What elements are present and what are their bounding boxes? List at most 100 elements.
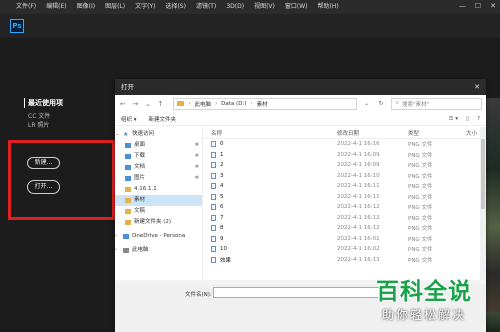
- menu-help[interactable]: 帮助(H): [313, 0, 344, 14]
- column-type[interactable]: 类型: [404, 129, 466, 137]
- file-row[interactable]: 效果 2022-4-1 16:13 PNG 文件: [203, 255, 486, 266]
- menu-view[interactable]: 视图(V): [249, 0, 280, 14]
- png-file-icon: [211, 214, 216, 221]
- preview-pane-icon[interactable]: ▯: [466, 116, 469, 122]
- file-row[interactable]: 8 2022-4-1 16:12 PNG 文件: [203, 223, 486, 234]
- file-row[interactable]: 2 2022-4-1 16:09 PNG 文件: [203, 160, 486, 171]
- nav-new-folder-2[interactable]: 新建文件夹 (2): [115, 217, 202, 228]
- nav-quick-access[interactable]: ⌄ ★ 快速访问: [115, 129, 202, 140]
- file-name: 10: [220, 246, 227, 253]
- file-name-cell: 3: [203, 172, 333, 179]
- file-row[interactable]: 10 2022-4-1 16:02 PNG 文件: [203, 244, 486, 255]
- highlight-box: [8, 140, 115, 220]
- menu-3d[interactable]: 3D(D): [221, 0, 249, 14]
- menu-type[interactable]: 文字(Y): [130, 0, 160, 14]
- dialog-titlebar[interactable]: 打开 ✕: [115, 79, 486, 95]
- nav-desktop[interactable]: 桌面 ✱: [115, 140, 202, 151]
- breadcrumb-sucai[interactable]: 素材: [257, 100, 268, 108]
- nav-item-label: OneDrive - Persona: [132, 233, 186, 239]
- menu-window[interactable]: 窗口(W): [280, 0, 313, 14]
- scrollbar-thumb[interactable]: [481, 139, 485, 209]
- file-type: PNG 文件: [408, 184, 433, 191]
- file-name-cell: 2: [203, 162, 333, 169]
- search-input[interactable]: ⌕ 搜索"素材": [390, 97, 482, 110]
- file-name-cell: 5: [203, 193, 333, 200]
- nav-folder-wengao[interactable]: 文稿: [115, 206, 202, 217]
- menu-file[interactable]: 文件(F): [0, 0, 41, 14]
- png-file-icon: [211, 246, 216, 253]
- file-row[interactable]: 4 2022-4-1 16:11 PNG 文件: [203, 181, 486, 192]
- command-bar: 组织 ▾ 新建文件夹 ☰ ▾ ▯ ?: [115, 112, 486, 126]
- file-date: 2022-4-1 16:02: [337, 246, 380, 253]
- file-name-cell: 8: [203, 225, 333, 232]
- expand-chevron-icon[interactable]: ⌄: [115, 129, 120, 140]
- filename-input[interactable]: [213, 287, 383, 298]
- menu-edit[interactable]: 编辑(E): [41, 0, 71, 14]
- nav-this-pc[interactable]: › 此电脑: [115, 245, 202, 256]
- pin-icon: ✱: [194, 142, 199, 148]
- address-dropdown-icon[interactable]: ⌄: [362, 100, 371, 107]
- file-row[interactable]: 9 2022-4-1 16:01 PNG 文件: [203, 234, 486, 245]
- minimize-icon[interactable]: —: [459, 2, 466, 10]
- file-type: PNG 文件: [408, 215, 433, 222]
- view-options-icon[interactable]: ☰ ▾: [449, 116, 458, 122]
- navigation-pane: ⌄ ★ 快速访问 桌面 ✱ 下载 ✱ 文档 ✱ 图片 ✱ 4.16.1.1 素材…: [115, 127, 203, 280]
- refresh-icon[interactable]: ↻: [376, 100, 385, 107]
- recent-title[interactable]: 最近使用项: [24, 98, 63, 108]
- back-icon[interactable]: ←: [119, 100, 127, 108]
- nav-onedrive[interactable]: › OneDrive - Persona: [115, 231, 202, 242]
- help-icon[interactable]: ?: [477, 116, 480, 122]
- file-row[interactable]: 3 2022-4-1 16:10 PNG 文件: [203, 171, 486, 182]
- nav-folder-sucai[interactable]: 素材: [115, 195, 202, 206]
- file-row[interactable]: 1 2022-4-1 16:09 PNG 文件: [203, 150, 486, 161]
- menu-layer[interactable]: 图层(L): [100, 0, 130, 14]
- file-type: PNG 文件: [408, 236, 433, 243]
- nav-folder-4-16[interactable]: 4.16.1.1: [115, 184, 202, 195]
- close-icon[interactable]: ✕: [490, 2, 496, 10]
- vertical-scrollbar[interactable]: [480, 127, 486, 280]
- file-row[interactable]: 0 2022-4-1 16:16 PNG 文件: [203, 139, 486, 150]
- png-file-icon: [211, 235, 216, 242]
- menu-select[interactable]: 选择(S): [160, 0, 191, 14]
- file-date: 2022-4-1 16:01: [337, 235, 380, 242]
- cc-files-link[interactable]: CC 文件: [24, 112, 63, 121]
- file-row[interactable]: 5 2022-4-1 16:11 PNG 文件: [203, 192, 486, 203]
- file-row[interactable]: 6 2022-4-1 16:12 PNG 文件: [203, 202, 486, 213]
- organize-button[interactable]: 组织 ▾: [121, 115, 137, 123]
- start-panel: 最近使用项 CC 文件 LR 照片: [24, 98, 63, 130]
- file-name-cell: 7: [203, 214, 333, 221]
- up-folder-icon[interactable]: ↑: [157, 100, 165, 108]
- column-name[interactable]: 名称: [203, 129, 333, 137]
- breadcrumb-this-pc[interactable]: 此电脑: [194, 100, 211, 108]
- nav-item-label: 新建文件夹 (2): [134, 219, 172, 225]
- expand-chevron-icon[interactable]: ›: [115, 231, 120, 242]
- maximize-icon[interactable]: ☐: [475, 2, 481, 10]
- file-name-cell: 0: [203, 141, 333, 148]
- pin-icon: ✱: [194, 153, 199, 159]
- png-file-icon: [211, 183, 216, 190]
- nav-pictures[interactable]: 图片 ✱: [115, 173, 202, 184]
- expand-chevron-icon[interactable]: ›: [115, 245, 120, 256]
- file-row[interactable]: 7 2022-4-1 16:12 PNG 文件: [203, 213, 486, 224]
- forward-icon[interactable]: →: [132, 100, 140, 108]
- dialog-close-icon[interactable]: ✕: [474, 79, 480, 95]
- breadcrumb-separator: ›: [188, 100, 191, 107]
- nav-downloads[interactable]: 下载 ✱: [115, 151, 202, 162]
- recent-locations-icon[interactable]: ⌄: [144, 100, 152, 108]
- menu-filter[interactable]: 滤镜(T): [191, 0, 221, 14]
- png-file-icon: [211, 193, 216, 200]
- file-name-cell: 6: [203, 204, 333, 211]
- breadcrumb-data-drive[interactable]: Data (D:): [221, 101, 246, 107]
- address-bar[interactable]: › 此电脑 › Data (D:) › 素材: [173, 97, 357, 110]
- nav-documents[interactable]: 文档 ✱: [115, 162, 202, 173]
- new-folder-button[interactable]: 新建文件夹: [149, 115, 177, 123]
- file-name: 5: [220, 193, 224, 200]
- lr-photos-link[interactable]: LR 照片: [24, 121, 63, 130]
- file-date: 2022-4-1 16:16: [337, 141, 380, 148]
- column-date[interactable]: 修改日期: [333, 129, 404, 137]
- file-type: PNG 文件: [408, 194, 433, 201]
- folder-icon: [177, 101, 185, 106]
- menu-image[interactable]: 图像(I): [72, 0, 100, 14]
- watermark: 百科全说 助你轻松解决: [368, 270, 500, 332]
- folder-icon: [125, 209, 131, 214]
